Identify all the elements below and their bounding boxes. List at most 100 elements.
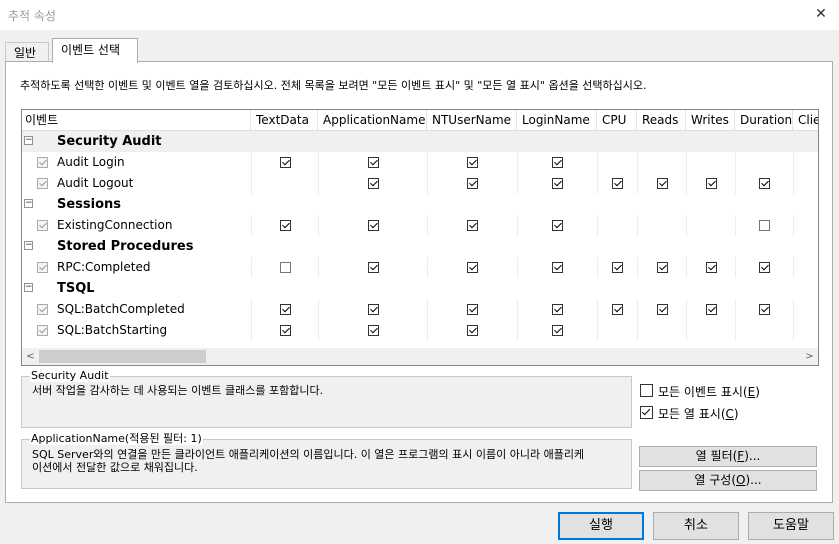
column-checkbox[interactable] [467,262,478,273]
column-checkbox[interactable] [367,220,379,231]
column-checkbox[interactable] [705,262,717,273]
column-checkbox[interactable] [367,178,379,189]
event-row[interactable]: Audit Logout [22,173,818,194]
tab-general[interactable]: 일반 [5,42,49,62]
show-all-columns-checkbox[interactable] [640,406,653,419]
column-checkbox[interactable] [367,325,379,336]
column-checkbox[interactable] [705,178,717,189]
column-checkbox[interactable] [656,262,668,273]
events-grid[interactable]: 이벤트 TextData ApplicationName NTUserName Logi… [21,109,819,366]
close-icon: ✕ [815,6,827,22]
column-header[interactable]: NTUserName [427,110,517,130]
column-divider [637,215,638,236]
column-header[interactable]: 이벤트 [22,110,251,130]
cancel-button[interactable]: 취소 [653,512,739,540]
column-checkbox[interactable] [552,304,563,315]
horizontal-scrollbar[interactable]: < > [22,348,818,365]
show-all-columns-label[interactable]: 모든 열 표시(C) [658,405,739,422]
column-checkbox[interactable] [552,325,563,336]
event-description-box: Security Audit 서버 작업을 감사하는 데 사용되는 이벤트 클래… [21,370,632,428]
event-row[interactable]: SQL:BatchCompleted [22,299,818,320]
column-checkbox[interactable] [552,157,563,168]
collapse-icon[interactable]: − [24,241,33,250]
event-checkbox[interactable] [37,262,48,273]
collapse-icon[interactable]: − [24,136,33,145]
event-name: SQL:BatchStarting [57,323,168,337]
column-divider [686,257,687,278]
column-checkbox[interactable] [552,220,563,231]
column-filter-button[interactable]: 열 필터(F)... [639,446,817,467]
column-divider [686,299,687,320]
column-checkbox[interactable] [467,157,478,168]
column-checkbox[interactable] [612,304,623,315]
column-divider [735,299,736,320]
column-header[interactable]: LoginName [517,110,597,130]
column-checkbox[interactable] [759,262,770,273]
event-checkbox[interactable] [37,178,48,189]
column-checkbox[interactable] [759,304,770,315]
column-checkbox[interactable] [279,304,291,315]
close-button[interactable]: ✕ [809,3,833,25]
event-name: Audit Login [57,155,125,169]
column-checkbox[interactable] [279,262,291,273]
column-checkbox[interactable] [467,220,478,231]
column-checkbox[interactable] [279,325,291,336]
scroll-right-icon[interactable]: > [801,348,818,365]
column-checkbox[interactable] [612,178,623,189]
column-header[interactable]: Writes [686,110,735,130]
column-checkbox[interactable] [467,178,478,189]
category-row[interactable]: − Sessions [22,194,818,215]
column-checkbox[interactable] [759,178,770,189]
column-checkbox[interactable] [367,262,379,273]
event-checkbox[interactable] [37,325,48,336]
column-checkbox[interactable] [552,262,563,273]
event-checkbox[interactable] [37,157,48,168]
help-button[interactable]: 도움말 [748,512,834,540]
column-divider [251,299,252,320]
column-checkbox[interactable] [705,304,717,315]
column-divider [517,299,518,320]
column-checkbox[interactable] [367,304,379,315]
column-header[interactable]: ApplicationName [318,110,427,130]
event-checkbox[interactable] [37,220,48,231]
scroll-thumb[interactable] [39,350,206,363]
column-divider [517,173,518,194]
event-checkbox[interactable] [37,304,48,315]
event-row[interactable]: ExistingConnection [22,215,818,236]
category-name: TSQL [57,281,95,296]
column-divider [686,215,687,236]
collapse-icon[interactable]: − [24,199,33,208]
column-checkbox[interactable] [656,304,668,315]
category-row[interactable]: − Stored Procedures [22,236,818,257]
show-all-events-label[interactable]: 모든 이벤트 표시(E) [658,383,760,400]
column-header[interactable]: TextData [251,110,318,130]
collapse-icon[interactable]: − [24,283,33,292]
column-checkbox[interactable] [367,157,379,168]
column-checkbox[interactable] [467,325,478,336]
tab-event-selection[interactable]: 이벤트 선택 [52,38,138,63]
column-checkbox[interactable] [467,304,478,315]
category-row[interactable]: − Security Audit [22,131,818,152]
column-checkbox[interactable] [612,262,623,273]
column-header[interactable]: CPU [597,110,637,130]
column-checkbox[interactable] [656,178,668,189]
column-header[interactable]: Reads [637,110,686,130]
column-header[interactable]: Duration [735,110,793,130]
event-description-title: Security Audit [30,369,110,382]
scroll-left-icon[interactable]: < [22,348,39,365]
column-checkbox[interactable] [279,220,291,231]
column-checkbox[interactable] [279,157,291,168]
column-header[interactable]: Clie [793,110,818,130]
column-divider [686,173,687,194]
event-row[interactable]: SQL:BatchStarting [22,320,818,341]
show-all-events-checkbox[interactable] [640,384,653,397]
category-row[interactable]: − TSQL [22,278,818,299]
column-divider [251,257,252,278]
organize-columns-button[interactable]: 열 구성(O)... [639,470,817,491]
run-button[interactable]: 실행 [558,512,644,540]
event-row[interactable]: RPC:Completed [22,257,818,278]
column-description-title: ApplicationName(적용된 필터: 1) [30,432,203,445]
event-row[interactable]: Audit Login [22,152,818,173]
column-checkbox[interactable] [759,220,770,231]
column-checkbox[interactable] [552,178,563,189]
